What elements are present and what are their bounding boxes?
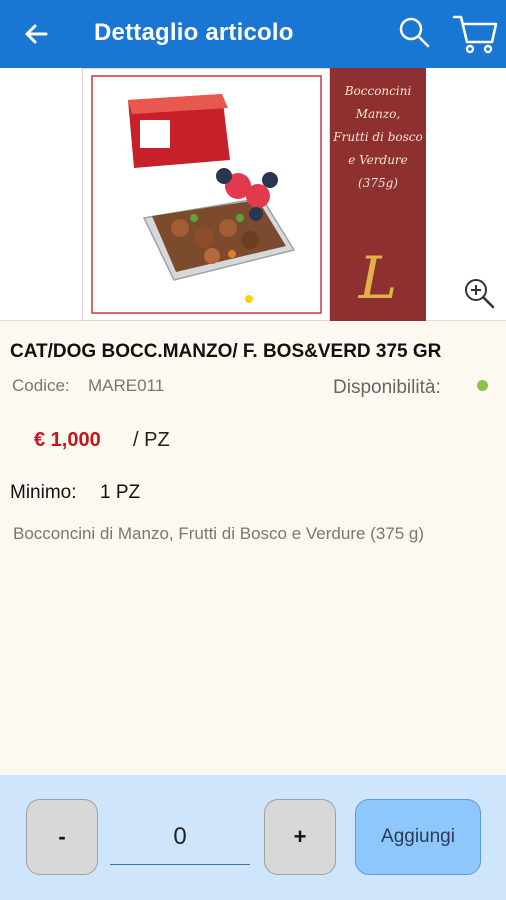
add-to-cart-button[interactable]: Aggiungi	[355, 799, 481, 875]
svg-text:Frutti di bosco: Frutti di bosco	[332, 130, 422, 144]
app-bar: Dettaglio articolo	[0, 0, 506, 68]
minimum-value: 1 PZ	[100, 482, 141, 503]
code-value: MARE011	[88, 376, 165, 395]
arrow-left-icon[interactable]	[20, 18, 52, 50]
search-icon[interactable]	[396, 14, 432, 50]
svg-text:e Verdure: e Verdure	[348, 153, 408, 167]
code-label: Codice:	[12, 376, 70, 395]
svg-text:(375g): (375g)	[358, 176, 398, 190]
decrement-button[interactable]: -	[26, 799, 98, 875]
product-description: Bocconcini di Manzo, Frutti di Bosco e V…	[13, 524, 425, 543]
cart-icon[interactable]	[452, 12, 498, 54]
page-title: Dettaglio articolo	[94, 19, 294, 46]
availability-label: Disponibilità:	[333, 377, 441, 398]
product-name: CAT/DOG BOCC.MANZO/ F. BOS&VERD 375 GR	[10, 341, 442, 362]
svg-text:Manzo,: Manzo,	[355, 107, 401, 121]
quantity-input[interactable]: 0	[110, 817, 250, 865]
quantity-bar: - 0 + Aggiungi	[0, 775, 506, 900]
increment-button[interactable]: +	[264, 799, 336, 875]
product-image: Bocconcini Manzo, Frutti di bosco e Verd…	[82, 68, 426, 321]
svg-text:Bocconcini: Bocconcini	[344, 84, 412, 98]
price: € 1,000	[34, 429, 101, 451]
availability-indicator	[477, 380, 488, 391]
minimum-label: Minimo:	[10, 482, 77, 503]
gallery-dot-active[interactable]	[245, 295, 253, 303]
zoom-in-icon[interactable]	[462, 276, 496, 310]
price-unit: / PZ	[133, 429, 170, 451]
svg-text:L: L	[358, 244, 398, 312]
product-gallery[interactable]: Bocconcini Manzo, Frutti di bosco e Verd…	[0, 68, 506, 321]
